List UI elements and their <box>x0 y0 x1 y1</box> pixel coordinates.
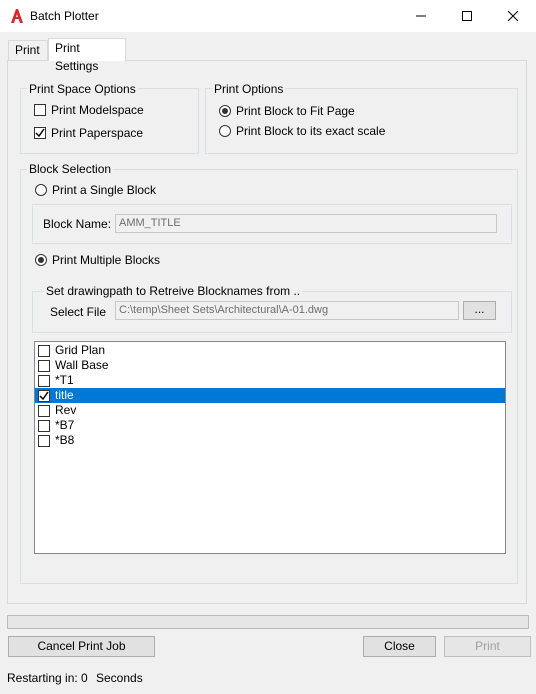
print-space-options-group <box>20 88 199 154</box>
checkmark-icon <box>39 391 49 401</box>
list-item[interactable]: *T1 <box>35 373 505 388</box>
list-item[interactable]: Rev <box>35 403 505 418</box>
title-bar: Batch Plotter <box>0 0 536 32</box>
list-item-label: *B8 <box>55 433 75 447</box>
restart-countdown-unit: Seconds <box>96 671 143 685</box>
print-button[interactable]: Print <box>444 636 531 657</box>
list-item-checkbox[interactable] <box>38 375 50 387</box>
single-block-label[interactable]: Print a Single Block <box>52 183 156 197</box>
list-item-label: title <box>55 388 74 402</box>
checkmark-icon <box>35 128 45 138</box>
browse-button[interactable]: ... <box>463 301 496 320</box>
list-item[interactable]: Wall Base <box>35 358 505 373</box>
list-item[interactable]: *B8 <box>35 433 505 448</box>
cancel-print-job-button[interactable]: Cancel Print Job <box>8 636 155 657</box>
list-item-checkbox[interactable] <box>38 405 50 417</box>
close-button[interactable]: Close <box>363 636 436 657</box>
exact-scale-radio[interactable] <box>219 125 231 137</box>
block-selection-legend: Block Selection <box>27 162 114 176</box>
list-item[interactable]: Grid Plan <box>35 343 505 358</box>
multiple-blocks-label[interactable]: Print Multiple Blocks <box>52 253 160 267</box>
print-space-options-legend: Print Space Options <box>27 82 138 96</box>
list-item-checkbox[interactable] <box>38 435 50 447</box>
list-item-label: Rev <box>55 403 77 417</box>
close-window-button[interactable] <box>490 0 536 32</box>
print-modelspace-checkbox[interactable] <box>34 104 46 116</box>
exact-scale-label[interactable]: Print Block to its exact scale <box>236 124 385 138</box>
print-paperspace-checkbox[interactable] <box>34 127 46 139</box>
list-item[interactable]: *B7 <box>35 418 505 433</box>
list-item-checkbox[interactable] <box>38 345 50 357</box>
fit-page-radio[interactable] <box>219 105 231 117</box>
list-item-label: *T1 <box>55 373 74 387</box>
maximize-icon <box>462 11 472 21</box>
window-title: Batch Plotter <box>30 9 99 23</box>
select-file-input[interactable]: C:\temp\Sheet Sets\Architectural\A-01.dw… <box>115 301 459 320</box>
radio-selected-dot <box>222 108 228 114</box>
restart-status-label: Restarting in: <box>7 671 78 685</box>
restart-countdown-value: 0 <box>81 671 88 685</box>
list-item-checkbox[interactable] <box>38 390 50 402</box>
maximize-button[interactable] <box>444 0 490 32</box>
radio-selected-dot <box>38 257 44 263</box>
list-item-checkbox[interactable] <box>38 420 50 432</box>
select-file-label: Select File <box>50 305 107 319</box>
print-options-group <box>205 88 518 154</box>
print-options-legend: Print Options <box>212 82 286 96</box>
drawingpath-legend: Set drawingpath to Retreive Blocknames f… <box>44 284 303 298</box>
print-modelspace-label[interactable]: Print Modelspace <box>51 103 144 117</box>
block-name-label: Block Name: <box>43 217 112 231</box>
print-progress-bar <box>7 615 529 629</box>
tab-print-settings[interactable]: Print Settings <box>48 38 126 73</box>
minimize-button[interactable] <box>398 0 444 32</box>
list-item-checkbox[interactable] <box>38 360 50 372</box>
tab-print[interactable]: Print <box>8 40 48 60</box>
list-item-label: Grid Plan <box>55 343 106 357</box>
close-icon <box>508 11 518 21</box>
minimize-icon <box>416 15 426 17</box>
list-item-label: *B7 <box>55 418 75 432</box>
multiple-blocks-radio[interactable] <box>35 254 47 266</box>
list-item-selected[interactable]: title <box>35 388 505 403</box>
autocad-app-icon <box>10 8 24 24</box>
block-list[interactable]: Grid Plan Wall Base *T1 title Rev *B7 *B… <box>34 341 506 554</box>
fit-page-label[interactable]: Print Block to Fit Page <box>236 104 355 118</box>
list-item-label: Wall Base <box>55 358 109 372</box>
block-name-input[interactable]: AMM_TITLE <box>115 214 497 233</box>
print-paperspace-label[interactable]: Print Paperspace <box>51 126 143 140</box>
single-block-radio[interactable] <box>35 184 47 196</box>
